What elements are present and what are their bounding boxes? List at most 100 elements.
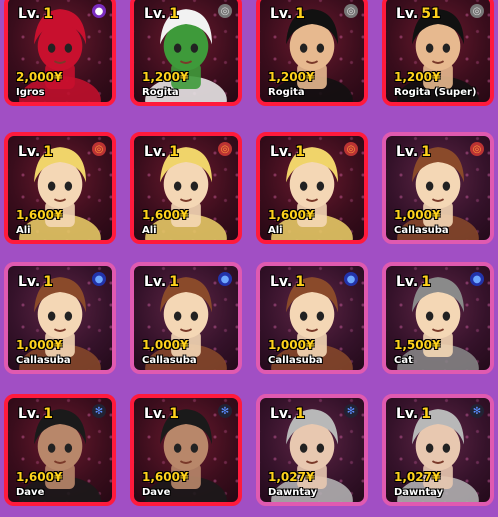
level-value: 1 xyxy=(169,6,179,22)
level-label: Lv. xyxy=(270,144,293,160)
unit-name: Ali xyxy=(142,225,157,236)
unit-level: Lv. 1 xyxy=(270,274,305,290)
level-label: Lv. xyxy=(270,274,293,290)
unit-price: 1,500¥ xyxy=(394,338,441,352)
unit-card-ali[interactable]: Lv. 1 ◎ 1,600¥ Ali xyxy=(256,132,368,244)
element-icon: ✻ xyxy=(470,404,484,418)
level-value: 1 xyxy=(295,144,305,160)
element-icon: ◎ xyxy=(344,142,358,156)
level-value: 1 xyxy=(169,144,179,160)
level-value: 1 xyxy=(421,144,431,160)
unit-level: Lv. 1 xyxy=(144,406,179,422)
level-label: Lv. xyxy=(270,6,293,22)
unit-card-cat[interactable]: Lv. 1 ● 1,500¥ Cat xyxy=(382,262,494,374)
unit-card-dave[interactable]: Lv. 1 ✻ 1,600¥ Dave xyxy=(130,394,242,506)
unit-card-rogita[interactable]: Lv. 1 ◎ 1,200¥ Rogita xyxy=(130,0,242,106)
unit-card-rogita-super[interactable]: Lv. 51 ◎ 1,200¥ Rogita (Super) xyxy=(382,0,494,106)
level-label: Lv. xyxy=(18,274,41,290)
unit-price: 1,200¥ xyxy=(268,70,315,84)
unit-name: Igros xyxy=(16,87,45,98)
unit-name: Rogita xyxy=(142,87,179,98)
unit-level: Lv. 1 xyxy=(18,274,53,290)
unit-level: Lv. 1 xyxy=(270,6,305,22)
unit-card-ali[interactable]: Lv. 1 ◎ 1,600¥ Ali xyxy=(130,132,242,244)
level-value: 1 xyxy=(43,274,53,290)
unit-price: 1,600¥ xyxy=(16,470,63,484)
unit-name: Dave xyxy=(142,487,171,498)
unit-name: Callasuba xyxy=(268,355,323,366)
unit-card-dawntay[interactable]: Lv. 1 ✻ 1,027¥ Dawntay xyxy=(256,394,368,506)
element-icon: ◎ xyxy=(92,142,106,156)
level-value: 1 xyxy=(421,274,431,290)
unit-card-callasuba[interactable]: Lv. 1 ● 1,000¥ Callasuba xyxy=(4,262,116,374)
level-value: 1 xyxy=(169,406,179,422)
unit-card-callasuba[interactable]: Lv. 1 ◎ 1,000¥ Callasuba xyxy=(382,132,494,244)
unit-price: 2,000¥ xyxy=(16,70,63,84)
element-icon: ● xyxy=(92,4,106,18)
unit-price: 1,000¥ xyxy=(394,208,441,222)
element-icon: ● xyxy=(92,272,106,286)
unit-card-callasuba[interactable]: Lv. 1 ● 1,000¥ Callasuba xyxy=(130,262,242,374)
unit-price: 1,200¥ xyxy=(394,70,441,84)
unit-name: Callasuba xyxy=(142,355,197,366)
unit-card-dave[interactable]: Lv. 1 ✻ 1,600¥ Dave xyxy=(4,394,116,506)
element-icon: ◎ xyxy=(470,4,484,18)
unit-price: 1,000¥ xyxy=(142,338,189,352)
level-label: Lv. xyxy=(144,274,167,290)
unit-name: Dawntay xyxy=(268,487,318,498)
unit-level: Lv. 51 xyxy=(396,6,441,22)
unit-name: Dawntay xyxy=(394,487,444,498)
unit-name: Rogita xyxy=(268,87,305,98)
unit-name: Rogita (Super) xyxy=(394,87,477,98)
element-icon: ◎ xyxy=(218,4,232,18)
element-icon: ● xyxy=(470,272,484,286)
unit-level: Lv. 1 xyxy=(270,406,305,422)
unit-name: Callasuba xyxy=(16,355,71,366)
unit-price: 1,027¥ xyxy=(394,470,441,484)
level-label: Lv. xyxy=(18,6,41,22)
element-icon: ◎ xyxy=(470,142,484,156)
element-icon: ✻ xyxy=(344,404,358,418)
level-value: 1 xyxy=(43,406,53,422)
unit-level: Lv. 1 xyxy=(144,144,179,160)
unit-level: Lv. 1 xyxy=(396,274,431,290)
level-label: Lv. xyxy=(144,144,167,160)
level-value: 1 xyxy=(295,274,305,290)
unit-name: Cat xyxy=(394,355,413,366)
level-label: Lv. xyxy=(144,406,167,422)
level-label: Lv. xyxy=(396,406,419,422)
unit-card-rogita[interactable]: Lv. 1 ◎ 1,200¥ Rogita xyxy=(256,0,368,106)
level-label: Lv. xyxy=(396,274,419,290)
unit-name: Ali xyxy=(16,225,31,236)
unit-level: Lv. 1 xyxy=(18,6,53,22)
unit-card-callasuba[interactable]: Lv. 1 ● 1,000¥ Callasuba xyxy=(256,262,368,374)
unit-name: Callasuba xyxy=(394,225,449,236)
level-label: Lv. xyxy=(18,406,41,422)
level-value: 1 xyxy=(169,274,179,290)
level-label: Lv. xyxy=(18,144,41,160)
element-icon: ● xyxy=(218,272,232,286)
unit-card-ali[interactable]: Lv. 1 ◎ 1,600¥ Ali xyxy=(4,132,116,244)
unit-price: 1,000¥ xyxy=(16,338,63,352)
level-value: 51 xyxy=(421,6,441,22)
unit-level: Lv. 1 xyxy=(270,144,305,160)
level-label: Lv. xyxy=(144,6,167,22)
level-label: Lv. xyxy=(396,6,419,22)
unit-price: 1,027¥ xyxy=(268,470,315,484)
level-value: 1 xyxy=(421,406,431,422)
unit-level: Lv. 1 xyxy=(396,406,431,422)
unit-level: Lv. 1 xyxy=(144,274,179,290)
unit-price: 1,600¥ xyxy=(16,208,63,222)
unit-level: Lv. 1 xyxy=(396,144,431,160)
level-label: Lv. xyxy=(270,406,293,422)
unit-card-igros[interactable]: Lv. 1 ● 2,000¥ Igros xyxy=(4,0,116,106)
unit-card-dawntay[interactable]: Lv. 1 ✻ 1,027¥ Dawntay xyxy=(382,394,494,506)
level-value: 1 xyxy=(295,406,305,422)
unit-price: 1,000¥ xyxy=(268,338,315,352)
element-icon: ● xyxy=(344,272,358,286)
unit-price: 1,200¥ xyxy=(142,70,189,84)
level-label: Lv. xyxy=(396,144,419,160)
unit-level: Lv. 1 xyxy=(18,144,53,160)
unit-price: 1,600¥ xyxy=(142,208,189,222)
element-icon: ✻ xyxy=(218,404,232,418)
